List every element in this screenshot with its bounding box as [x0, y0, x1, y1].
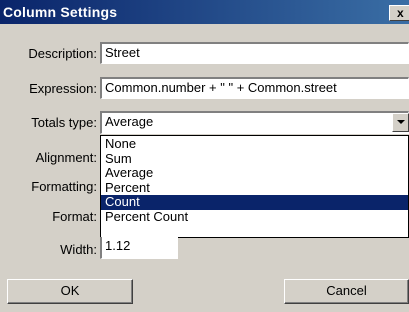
dropdown-option-average[interactable]: Average	[101, 166, 408, 181]
dropdown-option-percent-count[interactable]: Percent Count	[101, 209, 408, 225]
totals-type-select[interactable]: Average	[100, 111, 409, 134]
dropdown-option-sum[interactable]: Sum	[101, 151, 408, 167]
dropdown-option-count[interactable]: Count	[101, 195, 408, 210]
formatting-label: Formatting:	[31, 179, 97, 194]
expression-input[interactable]: Common.number + " " + Common.street	[100, 77, 409, 99]
width-input[interactable]: 1.12	[100, 237, 178, 259]
dropdown-option-percent[interactable]: Percent	[101, 180, 408, 196]
width-label: Width:	[60, 242, 97, 257]
format-label: Format:	[52, 209, 97, 224]
close-icon: x	[397, 6, 404, 20]
cancel-button[interactable]: Cancel	[284, 279, 409, 304]
ok-button[interactable]: OK	[7, 279, 133, 304]
title-bar[interactable]: Column Settings x	[0, 0, 409, 24]
description-input[interactable]: Street	[100, 42, 409, 64]
totals-type-dropdown-list[interactable]: None Sum Average Percent Count Percent C…	[100, 135, 409, 238]
description-label: Description:	[28, 46, 97, 61]
expression-label: Expression:	[29, 81, 97, 96]
alignment-label: Alignment:	[35, 150, 97, 165]
close-button[interactable]: x	[389, 5, 409, 21]
totals-type-label: Totals type:	[31, 115, 97, 130]
dropdown-option-none[interactable]: None	[101, 136, 408, 152]
window-title: Column Settings	[3, 4, 118, 20]
dropdown-arrow-button[interactable]	[392, 113, 409, 132]
